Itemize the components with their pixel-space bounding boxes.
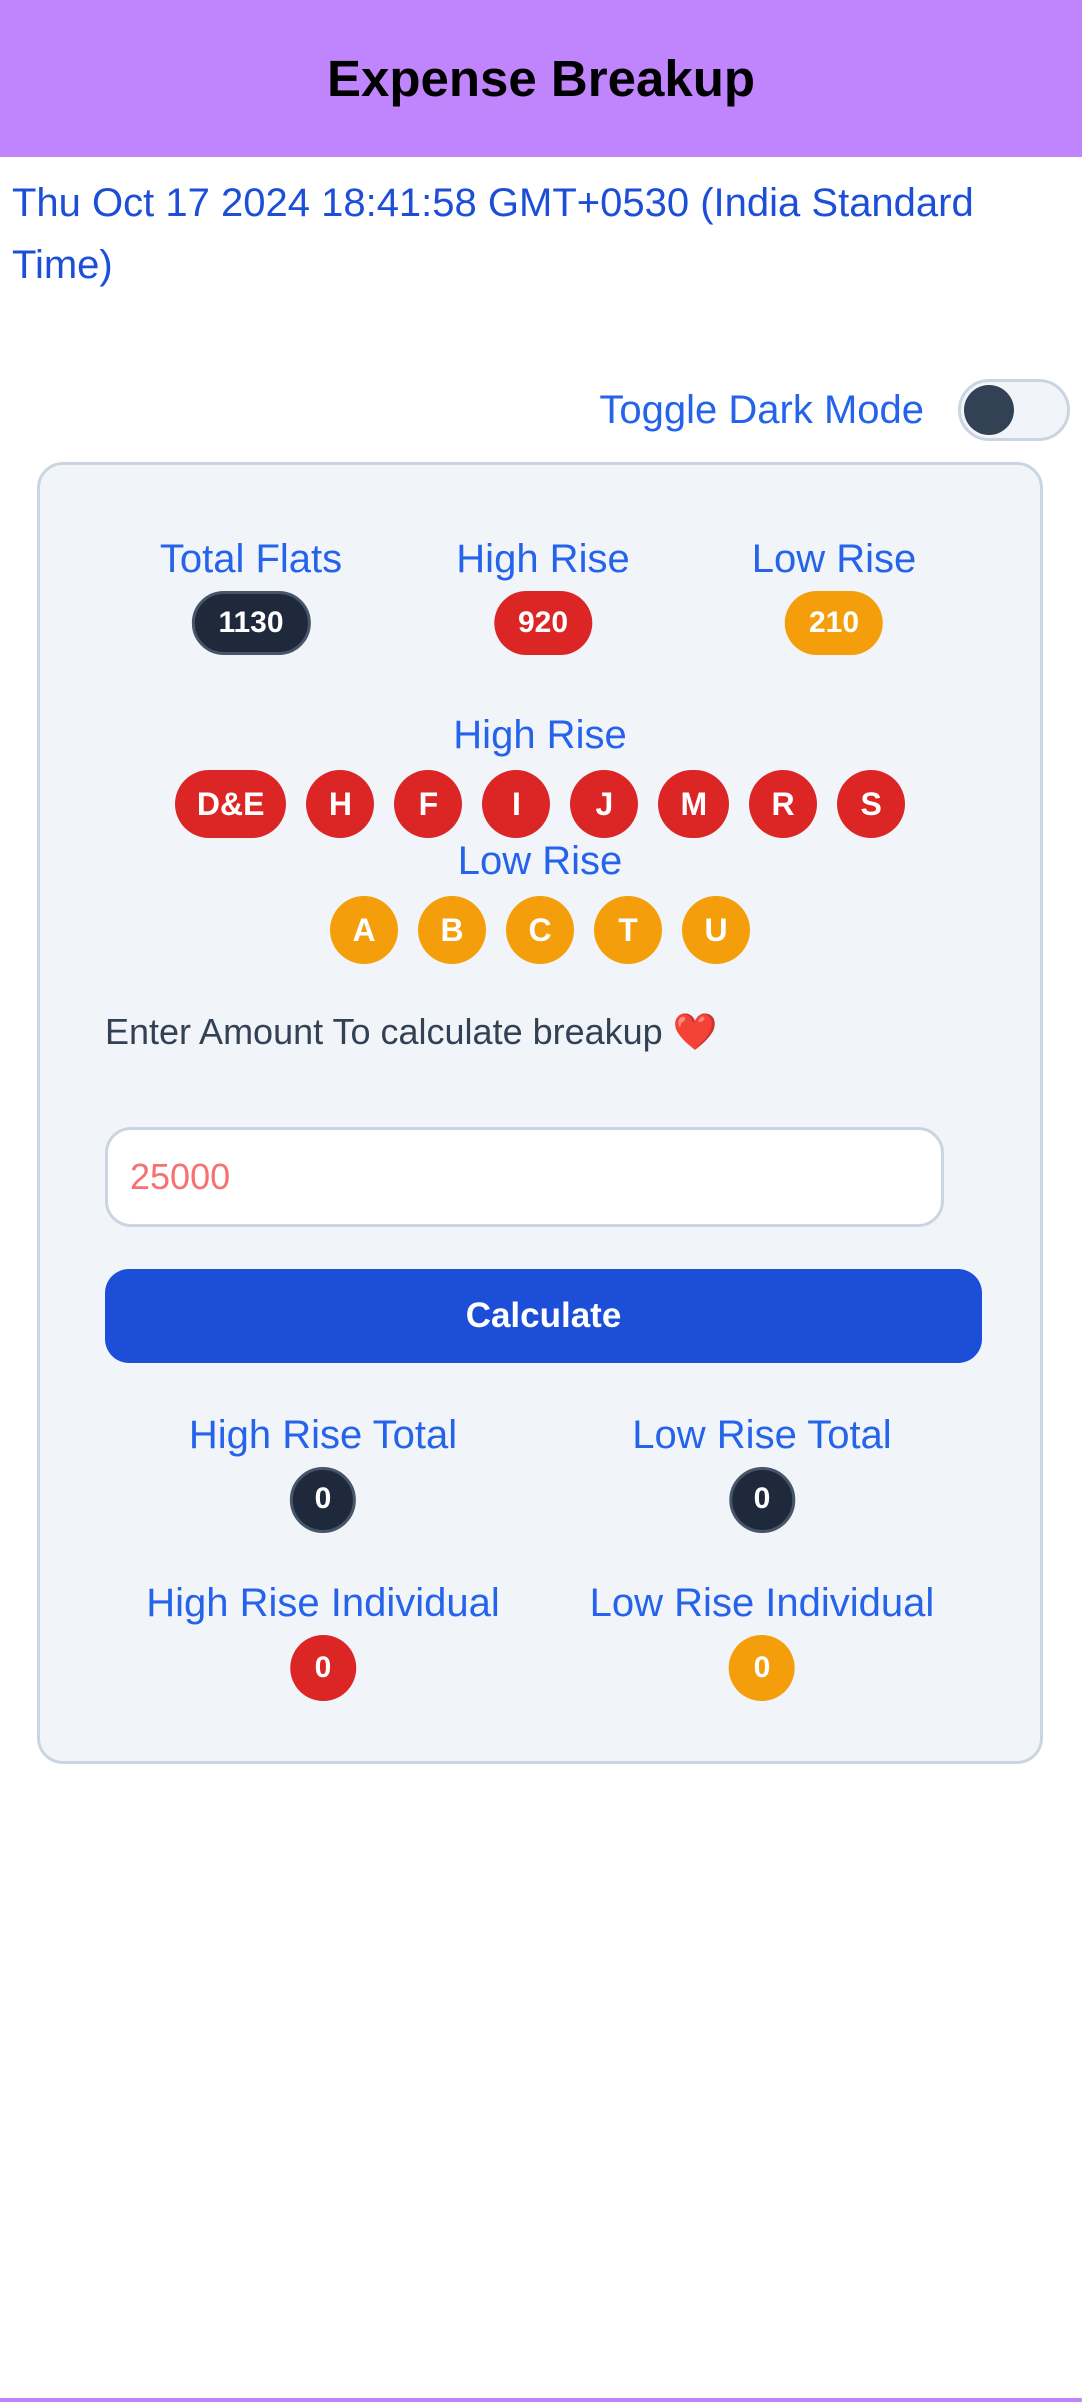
amount-input[interactable] [105, 1127, 944, 1227]
low-rise-label: Low Rise [751, 537, 917, 581]
low-rise-wings: ABCTU [40, 896, 1040, 964]
low-rise-wing-badge: C [506, 896, 574, 964]
dark-mode-toggle[interactable] [958, 379, 1070, 441]
amount-prompt-text: Enter Amount To calculate breakup [105, 1011, 663, 1052]
low-rise-wing-badge: A [330, 896, 398, 964]
result-high-rise-individual: High Rise Individual 0 [146, 1579, 500, 1701]
result-high-rise-total: High Rise Total 0 [189, 1411, 457, 1533]
low-rise-individual-label: Low Rise Individual [589, 1581, 935, 1625]
total-flats-badge: 1130 [191, 591, 311, 655]
amount-prompt: Enter Amount To calculate breakup ❤️ [105, 1011, 718, 1053]
current-datetime: Thu Oct 17 2024 18:41:58 GMT+0530 (India… [12, 181, 974, 287]
page-title: Expense Breakup [326, 50, 756, 107]
high-rise-total-badge: 0 [290, 1467, 356, 1533]
high-rise-wing-badge: F [394, 770, 463, 838]
result-low-rise-individual: Low Rise Individual 0 [589, 1579, 935, 1701]
high-rise-wings-title: High Rise [453, 713, 627, 757]
low-rise-badge: 210 [784, 591, 884, 655]
low-rise-total-badge: 0 [729, 1467, 795, 1533]
high-rise-wing-badge: R [749, 770, 818, 838]
app-header: Expense Breakup [0, 0, 1082, 157]
low-rise-total-label: Low Rise Total [632, 1413, 892, 1457]
high-rise-badge: 920 [493, 591, 593, 655]
high-rise-wing-badge: I [482, 770, 551, 838]
high-rise-individual-label: High Rise Individual [146, 1581, 500, 1625]
total-flats-label: Total Flats [159, 537, 343, 581]
calculate-button[interactable]: Calculate [105, 1269, 982, 1363]
high-rise-individual-badge: 0 [289, 1635, 356, 1701]
high-rise-wing-badge: H [306, 770, 375, 838]
result-low-rise-total: Low Rise Total 0 [632, 1411, 892, 1533]
high-rise-wing-badge: S [837, 770, 906, 838]
high-rise-label: High Rise [456, 537, 630, 581]
low-rise-individual-badge: 0 [728, 1635, 795, 1701]
heart-icon: ❤️ [672, 1011, 718, 1052]
low-rise-wing-badge: B [418, 896, 486, 964]
stat-total-flats: Total Flats 1130 [160, 535, 342, 655]
low-rise-wing-badge: U [682, 896, 750, 964]
high-rise-wing-badge: D&E [174, 770, 287, 838]
toggle-knob [964, 385, 1014, 435]
high-rise-wings: D&E H F I J M R S [40, 770, 1040, 838]
breakup-card: Total Flats 1130 High Rise 920 Low Rise … [37, 462, 1043, 1764]
high-rise-total-label: High Rise Total [188, 1413, 458, 1457]
dark-mode-label: Toggle Dark Mode [599, 387, 924, 432]
low-rise-wings-title: Low Rise [457, 839, 623, 883]
high-rise-wing-badge: M [658, 770, 730, 838]
low-rise-wing-badge: T [594, 896, 662, 964]
stat-low-rise: Low Rise 210 [751, 535, 917, 655]
high-rise-wing-badge: J [570, 770, 639, 838]
stat-high-rise: High Rise 920 [456, 535, 630, 655]
dark-mode-toggle-row: Toggle Dark Mode [599, 376, 1070, 444]
bottom-accent-bar [0, 2398, 1082, 2402]
